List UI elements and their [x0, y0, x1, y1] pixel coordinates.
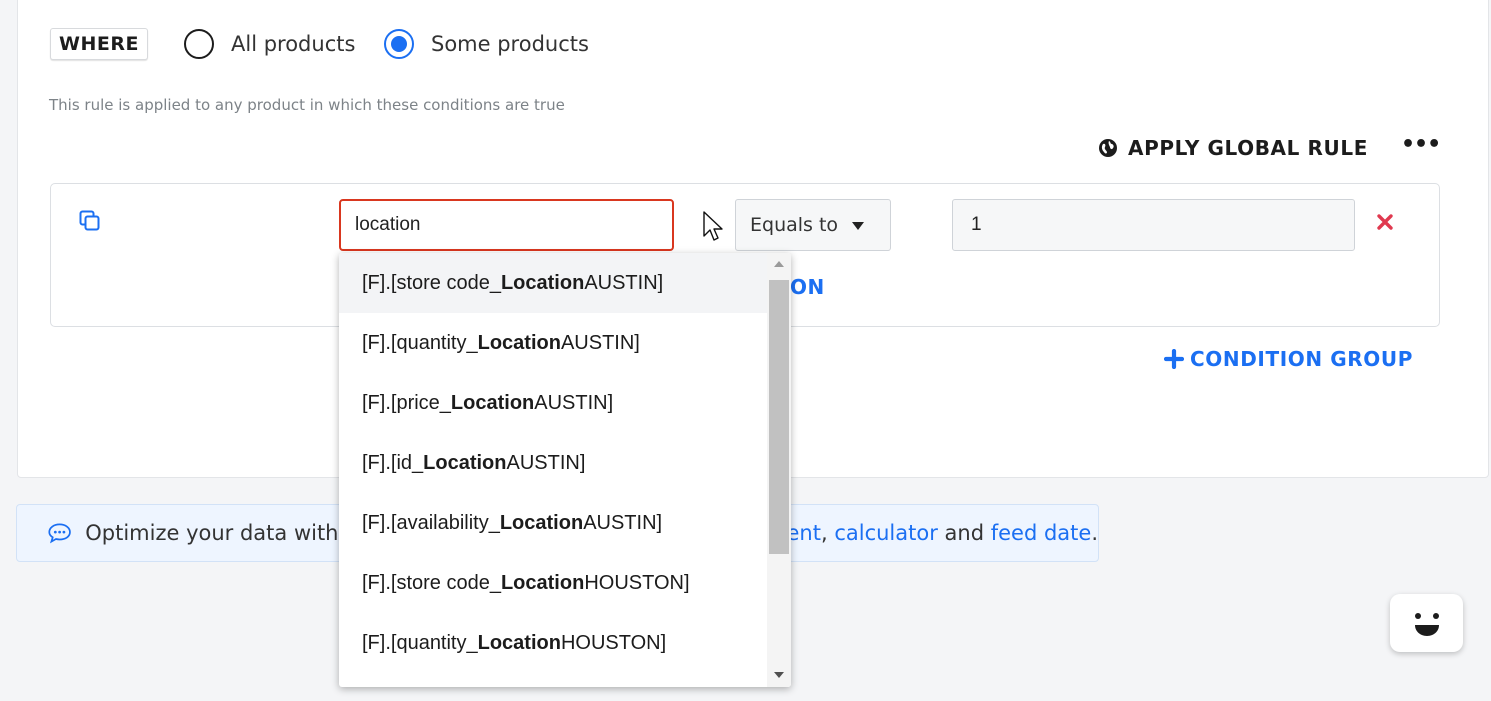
dropdown-option-prefix: [F].[id_ [362, 452, 424, 474]
dropdown-option-prefix: [F].[price_ [362, 392, 451, 414]
dropdown-option-match: Location [477, 632, 561, 654]
dropdown-option-match: Location [477, 332, 561, 354]
add-condition-group-button[interactable]: CONDITION GROUP [1164, 347, 1413, 371]
tip-link-partial[interactable]: ent [787, 521, 821, 545]
radio-all-products-circle[interactable] [184, 29, 214, 59]
scroll-down-arrow-icon[interactable] [774, 672, 784, 678]
tip-sep1: , [820, 521, 835, 545]
dropdown-option-match: Location [423, 452, 507, 474]
dropdown-option-prefix: [F].[store code_ [362, 272, 501, 294]
tip-link-feed-date[interactable]: feed date [991, 521, 1092, 545]
dropdown-option-suffix: AUSTIN] [584, 272, 664, 294]
more-options-button[interactable]: ••• [1401, 132, 1441, 157]
dropdown-option[interactable]: [F].[quantity_LocationHOUSTON] [339, 613, 767, 673]
tip-end: . [1091, 521, 1098, 545]
dropdown-option-prefix: [F].[availability_ [362, 512, 500, 534]
dropdown-option-match: Location [499, 512, 584, 534]
radio-all-products-label: All products [231, 32, 356, 56]
dropdown-option[interactable]: [F].[availability_LocationAUSTIN] [339, 493, 767, 553]
scroll-up-arrow-icon[interactable] [774, 261, 784, 267]
apply-global-rule-label: APPLY GLOBAL RULE [1128, 136, 1368, 160]
condition-value-input[interactable] [952, 199, 1355, 251]
radio-some-products-circle[interactable] [384, 29, 414, 59]
copy-icon[interactable] [79, 210, 101, 232]
dropdown-option[interactable]: [F].[store code_LocationHOUSTON] [339, 553, 767, 613]
dropdown-option-match: Location [500, 572, 585, 594]
dropdown-option-suffix: AUSTIN] [534, 392, 614, 414]
rule-description: This rule is applied to any product in w… [49, 96, 565, 114]
tip-text-start: Optimize your data with [85, 521, 339, 545]
radio-some-products-label: Some products [431, 32, 589, 56]
condition-group-label: CONDITION GROUP [1190, 347, 1413, 371]
tip-link-calculator[interactable]: calculator [834, 521, 938, 545]
dropdown-option[interactable]: [F].[quantity_LocationAUSTIN] [339, 313, 767, 373]
dropdown-option-suffix: AUSTIN] [583, 512, 663, 534]
close-icon[interactable] [1375, 211, 1395, 233]
chat-icon [48, 523, 71, 544]
dropdown-option-prefix: [F].[quantity_ [362, 332, 478, 354]
dropdown-option[interactable]: [F].[id_LocationAUSTIN] [339, 433, 767, 493]
operator-select-value: Equals to [750, 214, 839, 236]
radio-all-products[interactable]: All products [184, 26, 355, 62]
dropdown-scrollbar[interactable] [767, 253, 791, 687]
dropdown-option-suffix: HOUSTON] [560, 632, 667, 654]
where-badge: WHERE [50, 28, 148, 60]
chat-assistant-button[interactable] [1390, 594, 1463, 652]
radio-some-products[interactable]: Some products [384, 26, 589, 62]
plus-icon [1164, 349, 1184, 369]
dropdown-option-suffix: HOUSTON] [584, 572, 690, 594]
apply-global-rule-button[interactable]: APPLY GLOBAL RULE [1098, 136, 1368, 160]
caret-down-icon [852, 222, 864, 230]
dropdown-option-match: Location [450, 392, 535, 414]
dropdown-option[interactable]: [F].[store code_LocationAUSTIN] [339, 253, 767, 313]
field-search-input[interactable] [339, 199, 674, 251]
dropdown-option[interactable]: [F].[price_LocationAUSTIN] [339, 373, 767, 433]
mouse-pointer-icon [703, 211, 723, 241]
dropdown-option-suffix: AUSTIN] [506, 452, 586, 474]
chatbot-face-icon [1415, 613, 1439, 636]
scrollbar-thumb[interactable] [769, 280, 789, 554]
globe-icon [1099, 139, 1117, 157]
operator-select[interactable]: Equals to [735, 199, 891, 251]
tip-and: and [937, 521, 991, 545]
add-condition-button[interactable]: ON [790, 275, 825, 299]
dropdown-option-prefix: [F].[store code_ [362, 572, 501, 594]
field-suggestions-dropdown: [F].[store code_LocationAUSTIN] [F].[qua… [339, 253, 791, 687]
dropdown-option-prefix: [F].[quantity_ [362, 632, 478, 654]
dropdown-option-suffix: AUSTIN] [560, 332, 640, 354]
dropdown-option-match: Location [500, 272, 585, 294]
